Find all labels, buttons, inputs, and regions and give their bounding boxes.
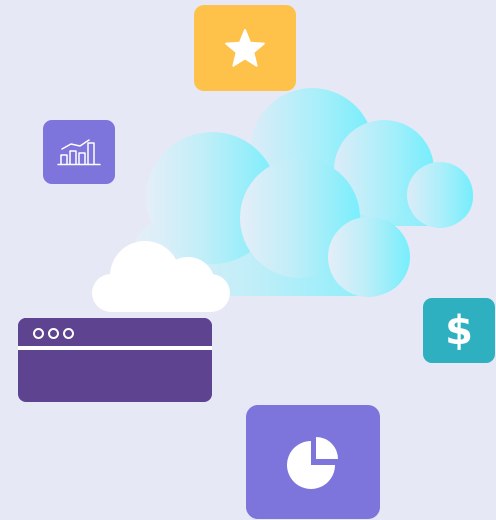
window-control-icon: [33, 328, 44, 339]
browser-divider: [18, 346, 212, 350]
bar-chart-icon: [57, 139, 101, 166]
star-icon: [225, 29, 265, 67]
browser-title-bar: [18, 318, 212, 346]
browser-window: [18, 318, 212, 402]
dollar-icon: $: [445, 307, 473, 354]
window-control-icon: [63, 328, 74, 339]
pie-chart-tile: [246, 405, 380, 519]
dollar-tile: $: [423, 298, 495, 363]
cloud-services-illustration: $: [0, 0, 496, 520]
star-tile: [194, 5, 296, 91]
window-control-icon: [48, 328, 59, 339]
chart-tile: [43, 120, 115, 184]
pie-chart-icon: [287, 437, 338, 489]
